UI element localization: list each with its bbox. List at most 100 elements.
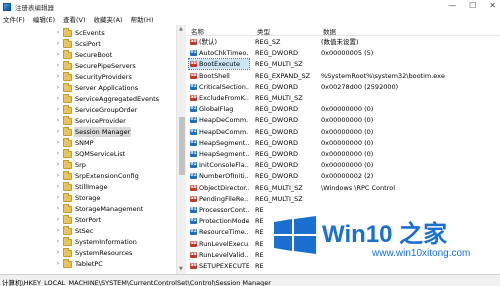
tree-scrollbar[interactable]: ▲ ▼ [176, 25, 186, 274]
value-row[interactable]: 01 NumberOfIniti... REG_DWORD 0x00000002 (2… [187, 171, 500, 181]
expand-chevron-icon[interactable]: › [55, 39, 61, 49]
expand-chevron-icon[interactable]: › [55, 28, 61, 38]
tree-item[interactable]: › StorageManagement [0, 204, 185, 214]
tree-item[interactable]: › StillImage [0, 182, 185, 192]
tree-item[interactable]: › SNMP [0, 138, 185, 148]
column-data-header[interactable]: 数据 [323, 26, 336, 36]
value-name-cell[interactable]: ab BootShell [189, 71, 249, 81]
close-button[interactable]: ✕ [489, 1, 496, 11]
expand-chevron-icon[interactable]: › [55, 138, 61, 148]
expand-chevron-icon[interactable]: › [55, 248, 61, 258]
menu-file[interactable]: 文件(F) [3, 14, 25, 24]
value-row[interactable]: 01 CriticalSection... REG_DWORD 0x00278d00 … [187, 82, 500, 92]
scroll-down-icon[interactable]: ▼ [179, 266, 183, 272]
menu-help[interactable]: 帮助(H) [131, 14, 154, 24]
tree-item[interactable]: › SrpExtensionConfig [0, 171, 185, 181]
value-row[interactable]: 01 HeapDeComm... REG_DWORD 0x00000000 (0) [187, 115, 500, 125]
value-name-cell[interactable]: 01 ProcessorCont... [189, 205, 249, 215]
value-name-cell[interactable]: 01 HeapSegment... [189, 149, 249, 159]
value-row[interactable]: ab ObjectDirector... REG_MULTI_SZ \Windows … [187, 183, 500, 193]
value-row[interactable]: ab ExcludeFromK... REG_MULTI_SZ [187, 93, 500, 103]
expand-chevron-icon[interactable]: › [55, 61, 61, 71]
value-name-cell[interactable]: 01 AutoChkTimeo... [189, 48, 249, 58]
watermark: Win10 之家 www.win10xitong.com [268, 210, 500, 274]
tree-item[interactable]: › Srp [0, 160, 185, 170]
value-name-cell[interactable]: ab BootExecute [188, 58, 250, 71]
tree-item[interactable]: › SecurityProviders [0, 72, 185, 82]
tree-item[interactable]: › Storage [0, 193, 185, 203]
tree-item[interactable]: › Session Manager [0, 127, 185, 137]
scroll-up-icon[interactable]: ▲ [179, 26, 183, 32]
value-name-cell[interactable]: 01 ProtectionMode [189, 216, 249, 226]
value-name-cell[interactable]: 01 HeapDeComm... [189, 115, 249, 125]
value-name-cell[interactable]: ab (默认) [189, 37, 249, 47]
value-name-cell[interactable]: 01 HeapDeComm... [189, 127, 249, 137]
tree-item[interactable]: › StorPort [0, 215, 185, 225]
expand-chevron-icon[interactable]: › [55, 94, 61, 104]
expand-chevron-icon[interactable]: › [55, 215, 61, 225]
expand-chevron-icon[interactable]: › [55, 193, 61, 203]
tree-item[interactable]: › ServiceGroupOrder [0, 105, 185, 115]
expand-chevron-icon[interactable]: › [55, 127, 61, 137]
tree-item[interactable]: › SecureBoot [0, 50, 185, 60]
value-name: SETUPEXECUTE [199, 262, 249, 270]
tree-item[interactable]: › StSec [0, 226, 185, 236]
menu-favorites[interactable]: 收藏夹(A) [94, 14, 123, 24]
value-name-cell[interactable]: 01 CriticalSection... [189, 82, 249, 92]
column-name-header[interactable]: 名称 [191, 26, 204, 36]
expand-chevron-icon[interactable]: › [55, 116, 61, 126]
maximize-button[interactable]: ☐ [469, 1, 476, 11]
minimize-button[interactable]: — [448, 1, 456, 11]
value-row[interactable]: ab BootShell REG_EXPAND_SZ %SystemRoot%\sys… [187, 71, 500, 81]
tree-item[interactable]: › ScsiPort [0, 39, 185, 49]
column-type-header[interactable]: 类型 [257, 26, 270, 36]
expand-chevron-icon[interactable]: › [55, 83, 61, 93]
value-name-cell[interactable]: ab ExcludeFromK... [189, 93, 249, 103]
tree-item[interactable]: › ServiceAggregatedEvents [0, 94, 185, 104]
value-row[interactable]: 01 HeapDeComm... REG_DWORD 0x00000000 (0) [187, 127, 500, 137]
expand-chevron-icon[interactable]: › [55, 204, 61, 214]
value-name-cell[interactable]: 01 ResourceTime... [189, 227, 249, 237]
expand-chevron-icon[interactable]: › [55, 105, 61, 115]
tree-item[interactable]: › Server Applications [0, 83, 185, 93]
value-row[interactable]: 01 AutoChkTimeo... REG_DWORD 0x00000005 (5) [187, 48, 500, 58]
expand-chevron-icon[interactable]: › [55, 72, 61, 82]
menu-view[interactable]: 查看(V) [63, 14, 86, 24]
expand-chevron-icon[interactable]: › [55, 259, 61, 269]
expand-chevron-icon[interactable]: › [55, 237, 61, 247]
value-name-cell[interactable]: ab RunLevelExecu... [189, 239, 249, 249]
tree-item[interactable]: › SystemInformation [0, 237, 185, 247]
expand-chevron-icon[interactable]: › [55, 149, 61, 159]
value-row[interactable]: ab (默认) REG_SZ (数值未设置) [187, 37, 500, 47]
expand-chevron-icon[interactable]: › [55, 171, 61, 181]
tree-item[interactable]: › TabletPC [0, 259, 185, 269]
value-name-cell[interactable]: 01 NumberOfIniti... [189, 171, 249, 181]
value-name-cell[interactable]: 01 InitConsoleFla... [189, 160, 249, 170]
value-name-cell[interactable]: ab ObjectDirector... [189, 183, 249, 193]
value-name-cell[interactable]: ab SETUPEXECUTE [189, 261, 249, 271]
tree-item-label: StorPort [75, 216, 102, 224]
expand-chevron-icon[interactable]: › [55, 50, 61, 60]
expand-chevron-icon[interactable]: › [55, 226, 61, 236]
value-name-cell[interactable]: 01 HeapSegment... [189, 138, 249, 148]
value-row[interactable]: 01 GlobalFlag REG_DWORD 0x00000000 (0) [187, 104, 500, 114]
value-row[interactable]: 01 HeapSegment... REG_DWORD 0x00000000 (0) [187, 149, 500, 159]
tree-item[interactable]: › SystemResources [0, 248, 185, 258]
registry-key-tree[interactable]: › ScEvents › ScsiPort › SecureBoot › SecurePipe… [0, 25, 186, 274]
expand-chevron-icon[interactable]: › [55, 182, 61, 192]
tree-item[interactable]: › ServiceProvider [0, 116, 185, 126]
tree-item[interactable]: › ScEvents [0, 28, 185, 38]
scroll-thumb[interactable] [179, 117, 185, 175]
value-name-cell[interactable]: 01 GlobalFlag [189, 104, 249, 114]
folder-icon [63, 83, 72, 92]
tree-item[interactable]: › SQMServiceList [0, 149, 185, 159]
value-name-cell[interactable]: ab PendingFileRe... [189, 194, 249, 204]
value-row[interactable]: 01 HeapSegment... REG_DWORD 0x00000000 (0) [187, 138, 500, 148]
tree-item[interactable]: › SecurePipeServers [0, 61, 185, 71]
value-row[interactable]: 01 InitConsoleFla... REG_DWORD 0x00000000 (… [187, 160, 500, 170]
expand-chevron-icon[interactable]: › [55, 160, 61, 170]
value-row[interactable]: ab PendingFileRe... REG_MULTI_SZ [187, 194, 500, 204]
value-name-cell[interactable]: ab RunLevelValid... [189, 250, 249, 260]
value-row[interactable]: ab BootExecute REG_MULTI_SZ [187, 58, 500, 71]
menu-edit[interactable]: 编辑(E) [33, 14, 55, 24]
